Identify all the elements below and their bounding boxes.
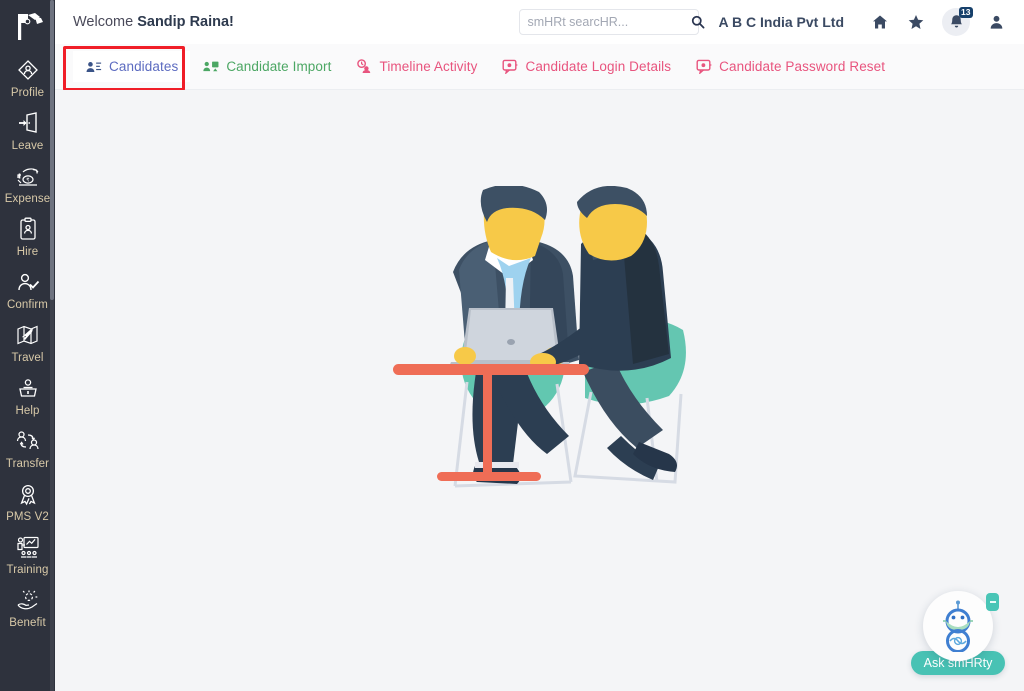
door-exit-icon [13,109,43,137]
map-plane-icon [13,321,43,349]
sidebar-item-hire[interactable]: Hire [0,209,55,262]
sidebar-item-pms-v2[interactable]: PMS V2 [0,474,55,527]
sidebar-item-label: Help [15,405,40,417]
tab-label: Candidate Password Reset [719,59,886,74]
welcome-message: Welcome Sandip Raina! [73,14,234,30]
award-ribbon-icon [13,480,43,508]
sidebar-item-benefit[interactable]: Benefit [0,580,55,633]
presentation-board-icon [13,533,43,561]
timeline-clock-icon [355,58,372,75]
sidebar-item-label: Transfer [5,458,50,470]
tab-label: Timeline Activity [379,59,478,74]
sidebar-item-label: Profile [10,87,45,99]
password-chat-icon [695,58,712,75]
sidebar: Profile Leave ₹ Expense Hire Confirm Tra… [0,0,55,691]
illustration-container [385,184,715,511]
content-area: Ask smHRty [55,90,1024,691]
sidebar-item-label: Benefit [9,617,46,629]
login-chat-icon [501,58,518,75]
chatbot-avatar[interactable] [923,591,999,661]
sidebar-item-help[interactable]: Help [0,368,55,421]
sidebar-item-label: Training [6,564,49,576]
profile-diamond-icon [13,56,43,84]
sidebar-item-expense[interactable]: ₹ Expense [0,156,55,209]
bell-icon[interactable]: 13 [942,7,973,36]
welcome-user-name: Sandip Raina! [137,14,234,30]
tab-bar: Candidates Candidate Import Timeline Act… [55,44,1024,91]
two-businessmen-at-table-with-laptop-illustration [393,184,686,488]
header-icon-group: 13 [870,7,1010,36]
tab-label: Candidate Import [226,59,332,74]
sidebar-item-training[interactable]: Training [0,527,55,580]
search-icon [691,15,704,29]
flag-handshake-logo-icon [17,13,43,40]
clipboard-person-icon [13,215,43,243]
sidebar-item-label: Hire [16,246,39,258]
tab-candidate-login-details[interactable]: Candidate Login Details [489,51,683,82]
app-logo[interactable] [0,0,55,50]
tab-label: Candidates [109,59,179,74]
robot-with-mask-icon [943,600,973,652]
top-header: Welcome Sandip Raina! A B C India Pvt Lt… [55,0,1024,44]
people-arrows-icon [13,427,43,455]
tab-timeline-activity[interactable]: Timeline Activity [343,51,489,82]
tab-candidate-password-reset[interactable]: Candidate Password Reset [683,51,897,82]
svg-text:₹: ₹ [26,178,29,184]
sidebar-item-label: Expense [4,193,51,205]
help-desk-icon [13,374,43,402]
search-input[interactable] [527,15,689,29]
home-icon[interactable] [870,11,890,33]
company-name: A B C India Pvt Ltd [718,14,844,30]
chatbot-widget[interactable]: Ask smHRty [910,591,1006,675]
tab-candidates[interactable]: Candidates [73,51,191,82]
tab-label: Candidate Login Details [525,59,672,74]
main-area: Welcome Sandip Raina! A B C India Pvt Lt… [55,0,1024,691]
import-users-icon [202,58,219,75]
hand-gift-icon [13,586,43,614]
hand-rupee-icon: ₹ [13,162,43,190]
sidebar-item-leave[interactable]: Leave [0,103,55,156]
sidebar-scroll-area: Profile Leave ₹ Expense Hire Confirm Tra… [0,0,55,691]
sidebar-item-label: PMS V2 [6,511,49,523]
star-icon[interactable] [906,11,926,33]
sidebar-item-transfer[interactable]: Transfer [0,421,55,474]
sidebar-item-travel[interactable]: Travel [0,315,55,368]
tab-candidate-import[interactable]: Candidate Import [190,51,343,82]
notification-badge: 13 [958,7,973,18]
welcome-prefix: Welcome [73,14,138,30]
sidebar-item-profile[interactable]: Profile [0,50,55,103]
candidates-icon [85,58,102,75]
sidebar-item-label: Confirm [7,299,48,311]
app-root: Profile Leave ₹ Expense Hire Confirm Tra… [0,0,1024,691]
user-icon[interactable] [986,11,1006,33]
search-box[interactable] [518,9,704,35]
sidebar-item-confirm[interactable]: Confirm [0,262,55,315]
person-check-icon [13,268,43,296]
sidebar-scrollbar-thumb[interactable] [50,0,54,300]
sidebar-item-label: Leave [11,140,44,152]
sidebar-item-label: Travel [11,352,44,364]
minimize-chip-icon[interactable] [986,593,999,611]
search-button[interactable] [689,15,707,29]
